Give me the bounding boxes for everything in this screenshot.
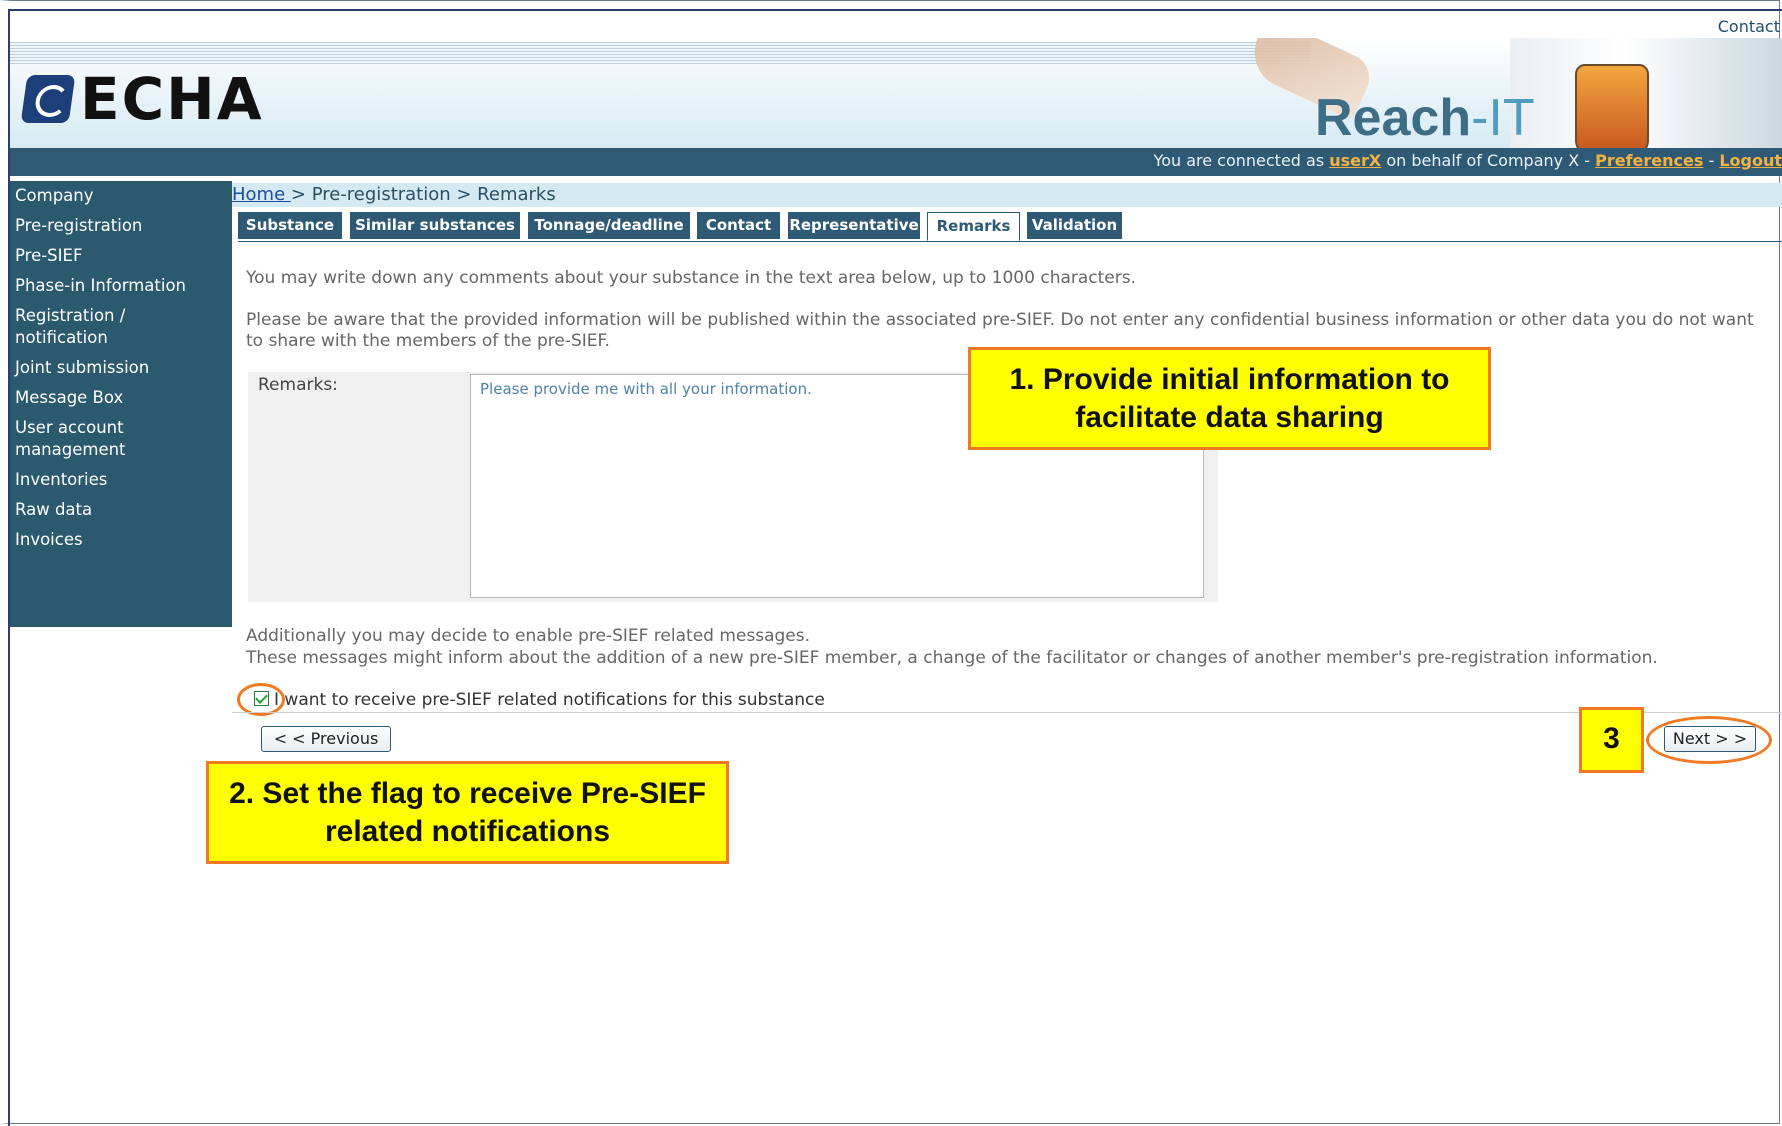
pre-sief-notifications-label[interactable]: I want to receive pre-SIEF related notif… (274, 690, 825, 710)
reach-it-prefix: Reach (1315, 89, 1472, 147)
tab-remarks[interactable]: Remarks (927, 212, 1020, 241)
tab-similar-substances[interactable]: Similar substances (350, 212, 520, 239)
connected-as-text: You are connected as (1153, 151, 1330, 170)
sidebar-item-pre-registration[interactable]: Pre-registration (10, 211, 232, 241)
preferences-link[interactable]: Preferences (1595, 151, 1703, 170)
tab-representative[interactable]: Representative (788, 212, 920, 239)
sidebar-item-joint-submission[interactable]: Joint submission (10, 353, 232, 383)
sidebar-item-company[interactable]: Company (10, 181, 232, 211)
divider (232, 712, 1782, 713)
sidebar-item-inventories[interactable]: Inventories (10, 465, 232, 495)
echa-emblem-icon (20, 75, 76, 123)
tab-validation[interactable]: Validation (1027, 212, 1122, 239)
previous-button[interactable]: < < Previous (261, 726, 391, 752)
logout-link[interactable]: Logout (1719, 151, 1782, 170)
tab-tonnage-deadline[interactable]: Tonnage/deadline (528, 212, 690, 239)
tab-substance[interactable]: Substance (238, 212, 342, 239)
frame-top-line (8, 9, 1782, 11)
header-stripes (10, 42, 1310, 64)
intro-text: You may write down any comments about yo… (246, 268, 1137, 288)
reach-it-suffix: -IT (1471, 89, 1535, 147)
sidebar-nav: Company Pre-registration Pre-SIEF Phase-… (10, 181, 232, 627)
next-highlight-ring (1646, 716, 1772, 764)
sidebar-item-registration[interactable]: Registration / notification (10, 301, 232, 353)
sidebar-item-user-account-management[interactable]: User account management (10, 413, 232, 465)
warning-text: Please be aware that the provided inform… (246, 310, 1754, 351)
breadcrumb: Home > Pre-registration > Remarks (232, 183, 1782, 207)
sidebar-item-pre-sief[interactable]: Pre-SIEF (10, 241, 232, 271)
sidebar-item-phase-in-information[interactable]: Phase-in Information (10, 271, 232, 301)
sidebar-item-raw-data[interactable]: Raw data (10, 495, 232, 525)
remarks-label: Remarks: (258, 375, 338, 395)
sidebar-item-message-box[interactable]: Message Box (10, 383, 232, 413)
additional-info-line-1: Additionally you may decide to enable pr… (246, 626, 811, 646)
reach-it-logo: Reach-IT (1315, 88, 1535, 148)
echa-logo-text: ECHA (80, 65, 264, 133)
site-header: ECHA Reach-IT (10, 38, 1782, 148)
additional-info-line-2: These messages might inform about the ad… (246, 648, 1658, 668)
callout-step-1: 1. Provide initial information to facili… (968, 347, 1491, 450)
contact-link[interactable]: Contact (1718, 17, 1782, 36)
company-text: on behalf of Company X - (1381, 151, 1596, 170)
tab-bar: Substance Similar substances Tonnage/dea… (238, 211, 1782, 242)
callout-step-3: 3 (1579, 707, 1644, 773)
callout-step-2: 2. Set the flag to receive Pre-SIEF rela… (206, 761, 729, 864)
user-link[interactable]: userX (1329, 151, 1381, 170)
sidebar-item-invoices[interactable]: Invoices (10, 525, 232, 555)
breadcrumb-home-link[interactable]: Home (232, 184, 291, 205)
tab-contact[interactable]: Contact (697, 212, 780, 239)
flask-image (1575, 64, 1649, 148)
separator: - (1703, 151, 1720, 170)
user-status-bar: You are connected as userX on behalf of … (10, 148, 1782, 176)
breadcrumb-trail: > Pre-registration > Remarks (290, 184, 556, 205)
echa-logo[interactable]: ECHA (20, 65, 264, 133)
